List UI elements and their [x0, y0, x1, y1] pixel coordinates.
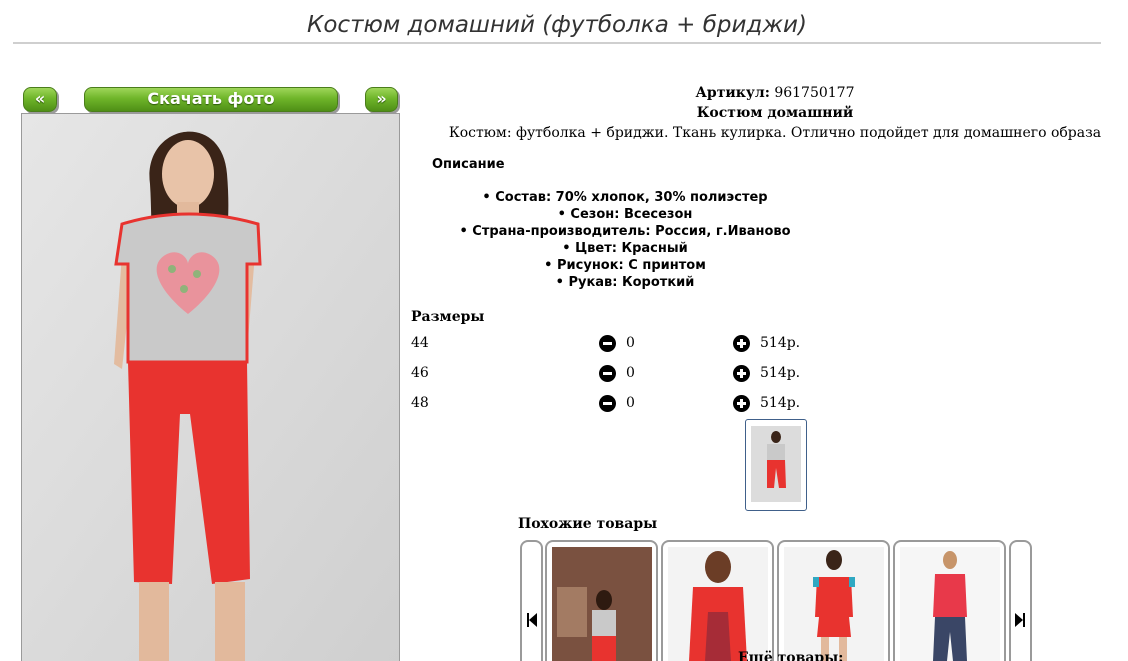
similar-product-card[interactable]: [545, 540, 658, 661]
next-photo-button[interactable]: »: [365, 87, 398, 112]
main-product-photo[interactable]: [21, 113, 400, 661]
similar-product-card[interactable]: [777, 540, 890, 661]
property-item: Страна-производитель: Россия, г.Иваново: [400, 223, 850, 240]
similar-product-card[interactable]: [661, 540, 774, 661]
carousel-prev-button[interactable]: [520, 540, 543, 661]
similar-product-image: [900, 547, 1000, 661]
more-products-heading: Ещё товары:: [738, 650, 844, 661]
product-name: Костюм домашний: [696, 105, 854, 121]
photo-thumbnail[interactable]: [745, 419, 807, 511]
skip-back-icon: [527, 613, 537, 627]
property-item: Цвет: Красный: [400, 240, 850, 257]
decrease-qty-icon[interactable]: [599, 365, 616, 382]
similar-product-card[interactable]: [893, 540, 1006, 661]
product-description: Костюм: футболка + бриджи. Ткань кулирка…: [448, 125, 1102, 141]
carousel-next-button[interactable]: [1009, 540, 1032, 661]
sku-label: Артикул:: [695, 85, 770, 101]
description-heading: Описание: [432, 157, 505, 172]
similar-product-image: [784, 547, 884, 661]
similar-product-image: [668, 547, 768, 661]
property-item: Рукав: Короткий: [400, 274, 850, 291]
properties-list: Состав: 70% хлопок, 30% полиэстер Сезон:…: [400, 189, 850, 291]
prev-photo-button[interactable]: «: [23, 87, 57, 112]
price-value: 514р.: [760, 395, 801, 411]
title-divider: [13, 42, 1101, 44]
increase-qty-icon[interactable]: [733, 365, 750, 382]
model-photo-illustration: [22, 114, 399, 661]
increase-qty-icon[interactable]: [733, 395, 750, 412]
download-photo-button[interactable]: Скачать фото: [84, 87, 338, 112]
sku-value: 961750177: [774, 85, 855, 101]
size-row: 44 0 514р.: [411, 335, 831, 355]
size-label: 44: [411, 335, 429, 351]
size-label: 48: [411, 395, 429, 411]
price-value: 514р.: [760, 365, 801, 381]
property-item: Сезон: Всесезон: [400, 206, 850, 223]
qty-value: 0: [626, 335, 635, 351]
increase-qty-icon[interactable]: [733, 335, 750, 352]
size-label: 46: [411, 365, 429, 381]
skip-forward-icon: [1015, 613, 1025, 627]
similar-product-image: [552, 547, 652, 661]
similar-products-heading: Похожие товары: [518, 516, 658, 532]
qty-value: 0: [626, 395, 635, 411]
thumbnail-image: [751, 426, 801, 502]
size-row: 46 0 514р.: [411, 365, 831, 385]
decrease-qty-icon[interactable]: [599, 335, 616, 352]
sizes-heading: Размеры: [411, 309, 485, 325]
decrease-qty-icon[interactable]: [599, 395, 616, 412]
property-item: Состав: 70% хлопок, 30% полиэстер: [400, 189, 850, 206]
size-row: 48 0 514р.: [411, 395, 831, 415]
price-value: 514р.: [760, 335, 801, 351]
property-item: Рисунок: С принтом: [400, 257, 850, 274]
qty-value: 0: [626, 365, 635, 381]
page-title: Костюм домашний (футболка + бриджи): [307, 12, 807, 38]
sku-line: Артикул: 961750177: [440, 85, 1110, 101]
